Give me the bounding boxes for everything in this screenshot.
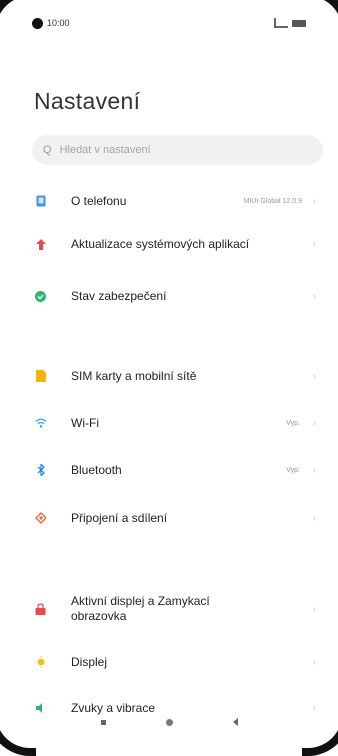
recent-apps-button[interactable] [100, 719, 106, 725]
chevron-right-icon: › [312, 417, 316, 429]
chevron-right-icon: › [312, 195, 316, 207]
status-time: 10:00 [47, 18, 70, 28]
chevron-right-icon: › [312, 370, 316, 382]
settings-item-label: Aktualizace systémových aplikací [71, 237, 250, 251]
navigation-bar [0, 700, 338, 744]
settings-item-sim-networks[interactable]: SIM karty a mobilní sítě › [0, 360, 338, 392]
chevron-right-icon: › [312, 512, 316, 524]
settings-item-label: O telefonu [71, 194, 127, 208]
bluetooth-icon [35, 464, 46, 476]
search-icon: Q [43, 144, 52, 156]
settings-item-label: Stav zabezpečení [71, 289, 167, 303]
sim-icon [35, 370, 46, 382]
lock-icon [35, 603, 46, 615]
settings-item-bluetooth[interactable]: Bluetooth Vyp. › [0, 454, 338, 486]
search-placeholder: Hledat v nastavení [59, 144, 151, 156]
settings-item-label: Aktivní displej a Zamykací obrazovka [71, 594, 210, 623]
chevron-right-icon: › [312, 290, 316, 302]
device-frame-corner [0, 0, 36, 36]
settings-item-label: Bluetooth [71, 463, 122, 477]
settings-item-label: Připojení a sdílení [71, 511, 168, 525]
search-input[interactable]: Q Hledat v nastavení [32, 135, 323, 165]
status-bar: 10:00 [32, 14, 306, 32]
arrow-up-icon [35, 238, 46, 250]
home-button[interactable] [165, 718, 173, 726]
wifi-icon [35, 418, 46, 429]
back-button[interactable] [232, 718, 238, 726]
scroll-fade [0, 666, 338, 700]
front-camera-icon [32, 17, 43, 29]
settings-item-about-phone[interactable]: O telefonu MIUI Global 12.0.9 › [0, 185, 338, 217]
page-title: Nastavení [34, 88, 141, 114]
chevron-right-icon: › [312, 464, 316, 476]
settings-item-wifi[interactable]: Wi-Fi Vyp. › [0, 407, 338, 439]
signal-icon [274, 18, 288, 28]
shield-icon [35, 290, 46, 302]
connection-icon [35, 512, 46, 524]
phone-info-icon [35, 195, 46, 207]
settings-item-security-status[interactable]: Stav zabezpečení › [0, 280, 338, 312]
settings-item-connection-sharing[interactable]: Připojení a sdílení › [0, 502, 338, 534]
chevron-right-icon: › [312, 603, 316, 615]
settings-item-lock-screen[interactable]: Aktivní displej a Zamykací obrazovka › [0, 589, 338, 629]
settings-item-value: Vyp. [286, 466, 300, 474]
chevron-right-icon: › [312, 238, 316, 250]
settings-item-label: Wi-Fi [71, 416, 99, 430]
device-frame-corner [302, 0, 338, 36]
settings-item-value: MIUI Global 12.0.9 [243, 197, 302, 205]
battery-icon [292, 19, 306, 27]
settings-item-app-updates[interactable]: Aktualizace systémových aplikací › [0, 228, 338, 260]
settings-item-label: SIM karty a mobilní sítě [71, 369, 197, 383]
settings-item-value: Vyp. [286, 419, 300, 427]
